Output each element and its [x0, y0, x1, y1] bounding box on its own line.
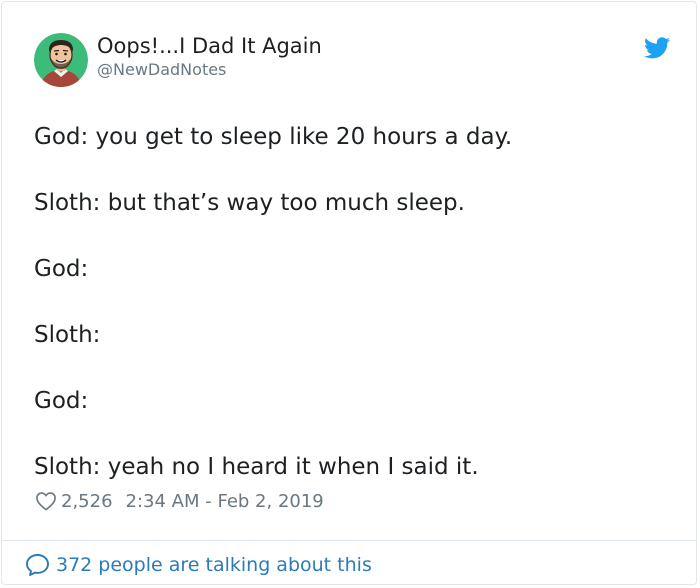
tweet-text-line: Sloth: [34, 322, 101, 348]
tweet-timestamp[interactable]: 2:34 AM - Feb 2, 2019 [126, 491, 324, 512]
speech-bubble-icon [26, 554, 49, 576]
conversation-link[interactable]: 372 people are talking about this [25, 552, 372, 578]
tweet-text-line: Sloth: yeah no I heard it when I said it… [34, 454, 479, 480]
tweet-text-line: God: [34, 256, 89, 282]
cartoon-dad-avatar-icon [34, 33, 88, 87]
tweet-meta: 2,526 2:34 AM - Feb 2, 2019 [35, 489, 324, 513]
like-count[interactable]: 2,526 [61, 491, 113, 512]
tweet-text-line: God: you get to sleep like 20 hours a da… [34, 124, 513, 150]
tweet-text-line: God: [34, 388, 89, 414]
author-handle[interactable]: @NewDadNotes [97, 60, 226, 80]
conversation-text[interactable]: 372 people are talking about this [56, 554, 372, 576]
tweet-text-line: Sloth: but that’s way too much sleep. [34, 190, 465, 216]
tweet-card: Oops!...I Dad It Again @NewDadNotes God:… [1, 1, 697, 585]
twitter-bird-icon[interactable] [644, 37, 670, 59]
author-display-name[interactable]: Oops!...I Dad It Again [97, 33, 322, 59]
footer-divider [2, 540, 696, 541]
heart-outline-icon[interactable] [35, 491, 57, 511]
author-avatar[interactable] [34, 33, 88, 87]
